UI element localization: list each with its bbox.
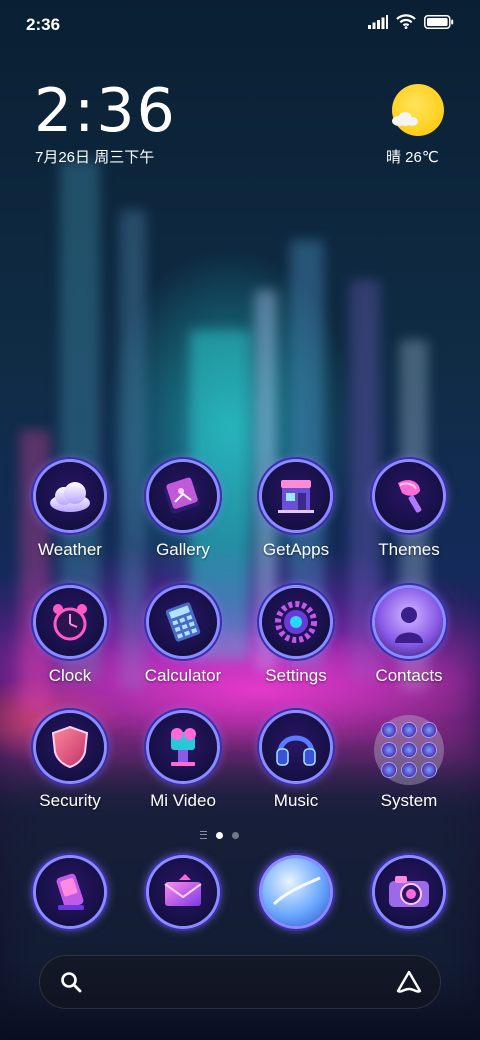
themes-brush-icon: [375, 462, 443, 530]
app-label: Clock: [48, 666, 92, 685]
page-indicator[interactable]: [200, 831, 239, 839]
calculator-icon: [149, 588, 217, 656]
app-clock[interactable]: Clock: [15, 588, 125, 688]
sun-icon: [392, 84, 444, 136]
app-label: Gallery: [156, 540, 210, 559]
app-getapps[interactable]: GetApps: [241, 462, 351, 562]
app-label: GetApps: [262, 540, 330, 559]
headphones-icon: [262, 713, 330, 781]
app-label: Calculator: [144, 666, 222, 685]
signal-icon: [368, 14, 388, 34]
clock-widget-time[interactable]: 2:36: [34, 76, 177, 146]
app-label: Music: [273, 791, 319, 810]
status-bar: 2:36: [0, 0, 480, 50]
app-label: Mi Video: [150, 791, 216, 810]
messages-envelope-icon: [149, 858, 217, 926]
app-label: Contacts: [375, 666, 443, 685]
app-label: Weather: [38, 540, 102, 559]
app-label: Security: [39, 791, 101, 810]
app-themes[interactable]: Themes: [354, 462, 464, 562]
app-calculator[interactable]: Calculator: [128, 588, 238, 688]
app-system-folder[interactable]: System: [354, 713, 464, 813]
camera-icon: [375, 858, 443, 926]
app-drawer-indicator-icon[interactable]: [200, 831, 207, 839]
wifi-icon: [396, 14, 416, 34]
app-music[interactable]: Music: [241, 713, 351, 813]
app-label: Settings: [265, 666, 327, 685]
weather-cloud-icon: [36, 462, 104, 530]
app-contacts[interactable]: Contacts: [354, 588, 464, 688]
battery-icon: [424, 14, 454, 34]
app-security[interactable]: Security: [15, 713, 125, 813]
contacts-person-icon: [375, 588, 443, 656]
dock-messages[interactable]: [128, 858, 238, 958]
getapps-store-icon: [262, 462, 330, 530]
security-shield-icon: [36, 713, 104, 781]
clock-widget-date[interactable]: 7月26日 周三下午: [35, 146, 154, 167]
cloud-icon: [392, 112, 418, 126]
app-gallery[interactable]: Gallery: [128, 462, 238, 562]
video-camera-icon: [149, 713, 217, 781]
app-settings[interactable]: Settings: [241, 588, 351, 688]
settings-gear-icon: [262, 588, 330, 656]
search-icon: [59, 970, 83, 999]
system-folder-icon: [374, 715, 444, 785]
gallery-book-icon: [149, 462, 217, 530]
page-dot-2[interactable]: [232, 831, 239, 839]
page-dot-1[interactable]: [216, 831, 223, 839]
alarm-clock-icon: [36, 588, 104, 656]
app-weather[interactable]: Weather: [15, 462, 125, 562]
phone-icon: [36, 858, 104, 926]
app-label: Themes: [378, 540, 440, 559]
status-time: 2:36: [26, 15, 61, 34]
search-bar[interactable]: [39, 955, 441, 1009]
dock-browser[interactable]: [241, 858, 351, 958]
weather-condition-temp: 晴 26℃: [386, 149, 439, 166]
dock-camera[interactable]: [354, 858, 464, 958]
browser-planet-icon: [262, 858, 330, 926]
voice-assistant-icon[interactable]: [395, 969, 423, 1000]
dock-phone[interactable]: [15, 858, 125, 958]
app-mi-video[interactable]: Mi Video: [128, 713, 238, 813]
app-label: System: [380, 791, 438, 810]
